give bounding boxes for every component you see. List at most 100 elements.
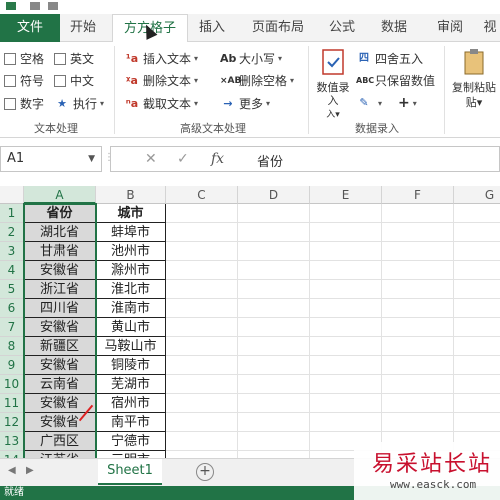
- table-cell[interactable]: 安徽省: [24, 413, 96, 432]
- tab-data[interactable]: 数据: [374, 14, 414, 42]
- table-cell[interactable]: [310, 204, 382, 223]
- table-cell[interactable]: 淮南市: [96, 299, 166, 318]
- column-header[interactable]: G: [454, 186, 500, 204]
- tab-review[interactable]: 审阅: [430, 14, 470, 42]
- table-cell[interactable]: 芜湖市: [96, 375, 166, 394]
- table-cell[interactable]: 三明市: [96, 451, 166, 458]
- table-cell[interactable]: 省份: [24, 204, 96, 223]
- insert-text-button[interactable]: ¹a 插入文本 ▾: [124, 50, 198, 67]
- table-cell[interactable]: [382, 318, 454, 337]
- table-cell[interactable]: 宁德市: [96, 432, 166, 451]
- table-cell[interactable]: [238, 413, 310, 432]
- table-cell[interactable]: [454, 337, 500, 356]
- row-header[interactable]: 13: [0, 432, 24, 451]
- column-header[interactable]: F: [382, 186, 454, 204]
- tab-page-layout[interactable]: 页面布局: [246, 14, 310, 42]
- table-cell[interactable]: 新疆区: [24, 337, 96, 356]
- case-button[interactable]: Ab 大小写 ▾: [220, 50, 282, 67]
- table-cell[interactable]: [238, 223, 310, 242]
- table-cell[interactable]: [238, 356, 310, 375]
- table-cell[interactable]: [238, 261, 310, 280]
- cancel-icon[interactable]: ✕: [145, 151, 157, 167]
- fx-icon[interactable]: fx: [211, 151, 224, 167]
- table-cell[interactable]: [166, 337, 238, 356]
- row-header[interactable]: 7: [0, 318, 24, 337]
- table-cell[interactable]: [238, 451, 310, 458]
- tab-home[interactable]: 开始: [60, 14, 106, 42]
- table-cell[interactable]: [382, 394, 454, 413]
- extract-text-button[interactable]: ⁿa 截取文本 ▾: [124, 95, 198, 112]
- table-cell[interactable]: [166, 413, 238, 432]
- table-cell[interactable]: [382, 413, 454, 432]
- table-cell[interactable]: 滁州市: [96, 261, 166, 280]
- table-cell[interactable]: [454, 356, 500, 375]
- table-cell[interactable]: [166, 280, 238, 299]
- table-cell[interactable]: [310, 280, 382, 299]
- delete-text-button[interactable]: ᵡa 删除文本 ▾: [124, 72, 198, 89]
- table-cell[interactable]: [454, 299, 500, 318]
- round-button[interactable]: 四 四舍五入: [356, 50, 423, 67]
- table-cell[interactable]: [310, 356, 382, 375]
- delete-space-button[interactable]: ×AB 删除空格 ▾: [220, 72, 294, 89]
- table-cell[interactable]: 四川省: [24, 299, 96, 318]
- keep-value-button[interactable]: ABC 只保留数值: [356, 72, 435, 89]
- select-all-corner[interactable]: [0, 186, 24, 204]
- copy-paste-button[interactable]: 复制粘贴 贴▾: [448, 48, 500, 110]
- row-header[interactable]: 2: [0, 223, 24, 242]
- table-cell[interactable]: [454, 261, 500, 280]
- row-header[interactable]: 4: [0, 261, 24, 280]
- table-cell[interactable]: [454, 318, 500, 337]
- table-cell[interactable]: 湖北省: [24, 223, 96, 242]
- name-box[interactable]: A1 ▼: [0, 146, 102, 172]
- table-cell[interactable]: [166, 451, 238, 458]
- table-cell[interactable]: 云南省: [24, 375, 96, 394]
- row-header[interactable]: 1: [0, 204, 24, 223]
- number-entry-button[interactable]: 数值录入 入▾: [312, 48, 354, 120]
- table-cell[interactable]: [166, 318, 238, 337]
- table-cell[interactable]: [454, 242, 500, 261]
- row-header[interactable]: 10: [0, 375, 24, 394]
- table-cell[interactable]: 池州市: [96, 242, 166, 261]
- table-cell[interactable]: [166, 432, 238, 451]
- execute-button[interactable]: ★ 执行 ▾: [54, 95, 104, 112]
- row-header[interactable]: 8: [0, 337, 24, 356]
- undo-icon[interactable]: [30, 2, 40, 10]
- plus-icon[interactable]: +: [398, 95, 410, 111]
- column-header[interactable]: D: [238, 186, 310, 204]
- sheet-tab[interactable]: Sheet1: [98, 459, 162, 485]
- table-cell[interactable]: 淮北市: [96, 280, 166, 299]
- table-cell[interactable]: [382, 280, 454, 299]
- table-cell[interactable]: [382, 242, 454, 261]
- column-header[interactable]: A: [24, 186, 96, 204]
- table-cell[interactable]: 广西区: [24, 432, 96, 451]
- table-cell[interactable]: [238, 337, 310, 356]
- table-cell[interactable]: 黄山市: [96, 318, 166, 337]
- scroll-right-icon[interactable]: ▶: [26, 465, 34, 476]
- table-cell[interactable]: 安徽省: [24, 356, 96, 375]
- table-cell[interactable]: [238, 394, 310, 413]
- table-cell[interactable]: [382, 375, 454, 394]
- table-cell[interactable]: [382, 204, 454, 223]
- checkbox-symbol[interactable]: 符号: [4, 72, 44, 89]
- table-cell[interactable]: [454, 375, 500, 394]
- table-cell[interactable]: [238, 318, 310, 337]
- tab-view[interactable]: 视: [480, 14, 500, 42]
- scroll-left-icon[interactable]: ◀: [8, 465, 16, 476]
- add-sheet-icon[interactable]: +: [196, 463, 214, 481]
- table-cell[interactable]: [382, 299, 454, 318]
- checkbox-chinese[interactable]: 中文: [54, 72, 94, 89]
- save-icon[interactable]: [6, 2, 16, 10]
- checkbox-english[interactable]: 英文: [54, 50, 94, 67]
- table-cell[interactable]: [166, 242, 238, 261]
- table-cell[interactable]: [238, 299, 310, 318]
- column-header[interactable]: E: [310, 186, 382, 204]
- column-header[interactable]: B: [96, 186, 166, 204]
- table-cell[interactable]: 蚌埠市: [96, 223, 166, 242]
- row-header[interactable]: 5: [0, 280, 24, 299]
- formula-input[interactable]: 省份: [257, 151, 283, 170]
- confirm-icon[interactable]: ✓: [177, 151, 189, 167]
- more-button[interactable]: → 更多 ▾: [220, 95, 270, 112]
- table-cell[interactable]: [166, 356, 238, 375]
- table-cell[interactable]: [310, 337, 382, 356]
- row-header[interactable]: 3: [0, 242, 24, 261]
